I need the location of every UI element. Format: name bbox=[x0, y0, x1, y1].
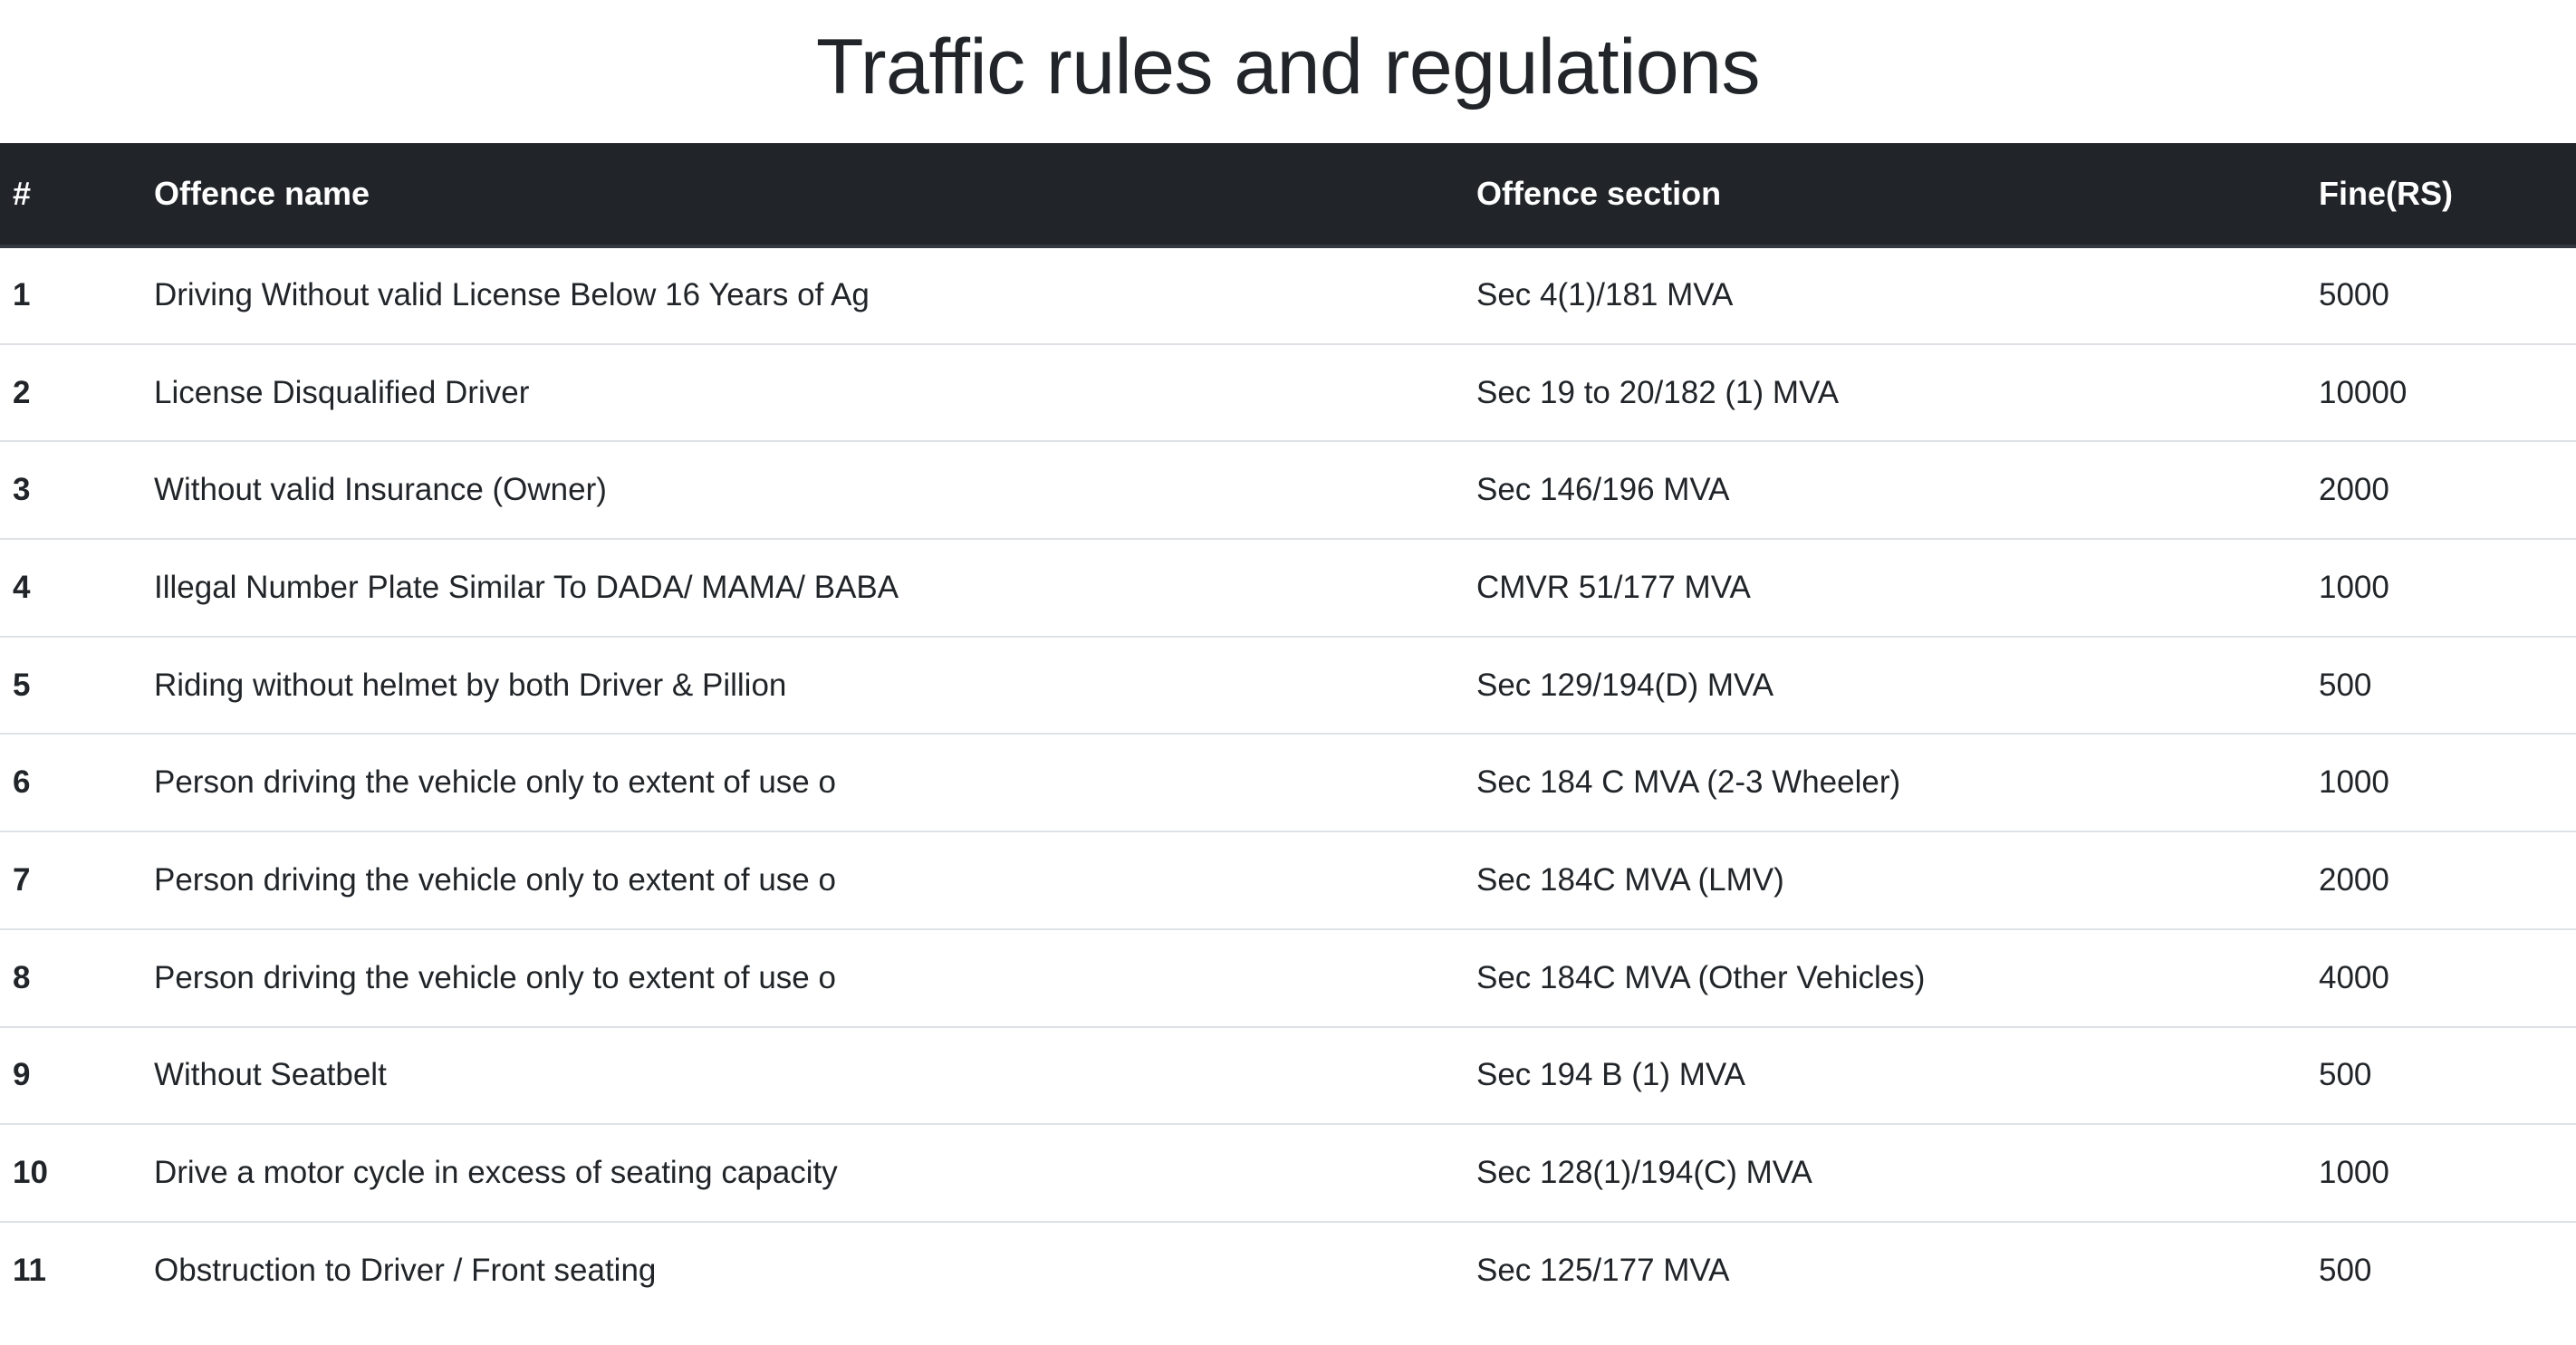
offence-name: Person driving the vehicle only to exten… bbox=[154, 861, 836, 898]
fine-amount: 1000 bbox=[2319, 1155, 2389, 1191]
offence-section: Sec 184C MVA (LMV) bbox=[1476, 861, 1784, 898]
offence-section: Sec 19 to 20/182 (1) MVA bbox=[1476, 374, 1840, 410]
row-number: 10 bbox=[13, 1155, 48, 1191]
offence-name: Without valid Insurance (Owner) bbox=[154, 472, 607, 508]
row-number: 1 bbox=[13, 277, 31, 313]
page-title: Traffic rules and regulations bbox=[816, 24, 1760, 110]
row-number: 11 bbox=[13, 1253, 46, 1289]
fine-amount: 4000 bbox=[2319, 959, 2389, 995]
column-header-fine: Fine(RS) bbox=[2306, 143, 2576, 248]
table-header-row: # Offence name Offence section Fine(RS) bbox=[0, 143, 2576, 248]
offence-name: Without Seatbelt bbox=[154, 1057, 387, 1093]
table-header: # Offence name Offence section Fine(RS) bbox=[0, 143, 2576, 248]
row-number: 9 bbox=[13, 1057, 31, 1093]
fine-amount: 1000 bbox=[2319, 569, 2389, 605]
table-row: 6 Person driving the vehicle only to ext… bbox=[0, 734, 2576, 832]
table-row: 5 Riding without helmet by both Driver &… bbox=[0, 637, 2576, 735]
column-header-offence-section: Offence section bbox=[1464, 143, 2306, 248]
offence-section: Sec 184C MVA (Other Vehicles) bbox=[1476, 959, 1926, 995]
fine-amount: 500 bbox=[2319, 1253, 2372, 1289]
table-row: 3 Without valid Insurance (Owner) Sec 14… bbox=[0, 441, 2576, 540]
offence-section: Sec 194 B (1) MVA bbox=[1476, 1057, 1745, 1093]
offence-name: Illegal Number Plate Similar To DADA/ MA… bbox=[154, 569, 899, 605]
table-row: 1 Driving Without valid License Below 16… bbox=[0, 246, 2576, 344]
row-number: 8 bbox=[13, 959, 31, 995]
row-number: 5 bbox=[13, 667, 31, 703]
table-row: 2 License Disqualified Driver Sec 19 to … bbox=[0, 344, 2576, 442]
fine-amount: 1000 bbox=[2319, 764, 2389, 801]
fine-amount: 5000 bbox=[2319, 277, 2389, 313]
table-row: 7 Person driving the vehicle only to ext… bbox=[0, 831, 2576, 929]
offence-section: Sec 129/194(D) MVA bbox=[1476, 667, 1774, 703]
offence-name: Drive a motor cycle in excess of seating… bbox=[154, 1155, 838, 1191]
row-number: 4 bbox=[13, 569, 31, 605]
offence-section: Sec 146/196 MVA bbox=[1476, 472, 1730, 508]
column-header-number: # bbox=[0, 143, 141, 248]
offence-name: Person driving the vehicle only to exten… bbox=[154, 959, 836, 995]
offence-name: License Disqualified Driver bbox=[154, 374, 530, 410]
table-row: 9 Without Seatbelt Sec 194 B (1) MVA 500 bbox=[0, 1027, 2576, 1125]
table-row: 11 Obstruction to Driver / Front seating… bbox=[0, 1222, 2576, 1320]
fine-amount: 10000 bbox=[2319, 374, 2408, 410]
fine-amount: 500 bbox=[2319, 667, 2372, 703]
table-row: 4 Illegal Number Plate Similar To DADA/ … bbox=[0, 539, 2576, 637]
table-body: 1 Driving Without valid License Below 16… bbox=[0, 246, 2576, 1320]
offence-section: CMVR 51/177 MVA bbox=[1476, 569, 1751, 605]
table-row: 10 Drive a motor cycle in excess of seat… bbox=[0, 1124, 2576, 1222]
offence-section: Sec 4(1)/181 MVA bbox=[1476, 277, 1734, 313]
fine-amount: 500 bbox=[2319, 1057, 2372, 1093]
offence-name: Obstruction to Driver / Front seating bbox=[154, 1253, 657, 1289]
row-number: 6 bbox=[13, 764, 31, 801]
traffic-rules-table: # Offence name Offence section Fine(RS) … bbox=[0, 143, 2576, 1320]
offence-name: Person driving the vehicle only to exten… bbox=[154, 764, 836, 801]
fine-amount: 2000 bbox=[2319, 472, 2389, 508]
row-number: 7 bbox=[13, 861, 31, 898]
offence-section: Sec 184 C MVA (2-3 Wheeler) bbox=[1476, 764, 1901, 801]
column-header-offence-name: Offence name bbox=[141, 143, 1464, 248]
row-number: 3 bbox=[13, 472, 31, 508]
offence-name: Driving Without valid License Below 16 Y… bbox=[154, 277, 870, 313]
row-number: 2 bbox=[13, 374, 31, 410]
offence-name: Riding without helmet by both Driver & P… bbox=[154, 667, 787, 703]
fine-amount: 2000 bbox=[2319, 861, 2389, 898]
offence-section: Sec 128(1)/194(C) MVA bbox=[1476, 1155, 1812, 1191]
offence-section: Sec 125/177 MVA bbox=[1476, 1253, 1730, 1289]
table-row: 8 Person driving the vehicle only to ext… bbox=[0, 929, 2576, 1027]
